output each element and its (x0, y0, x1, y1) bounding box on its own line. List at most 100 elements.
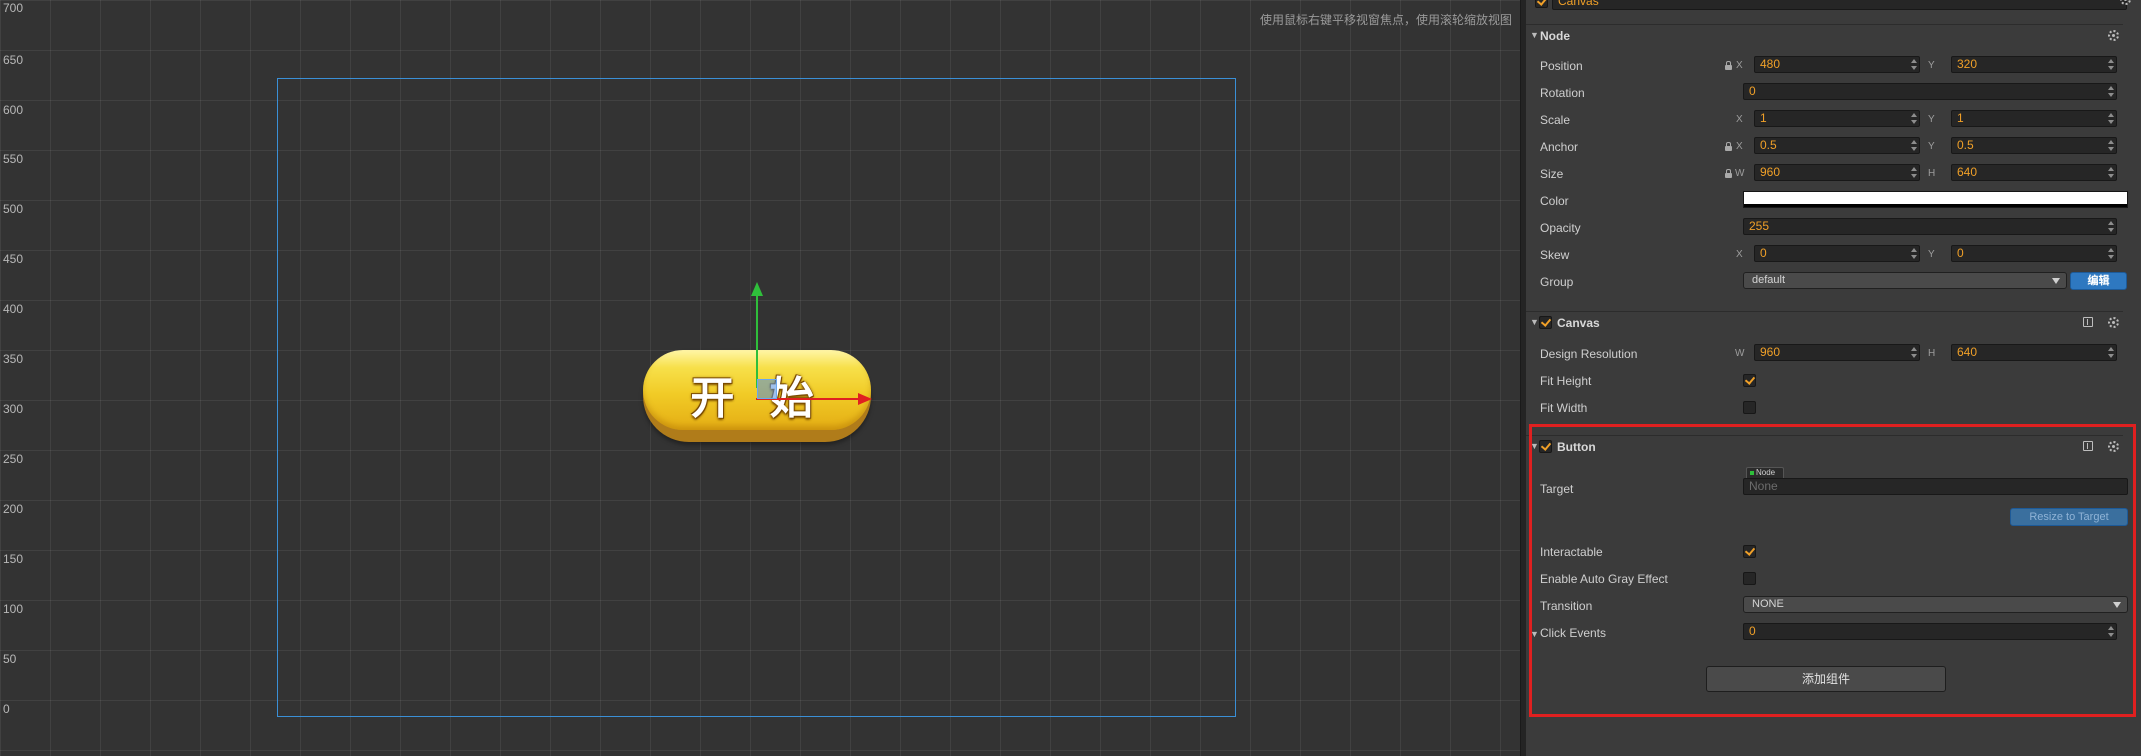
scale-label: Scale (1540, 113, 1571, 127)
position-lock-icon[interactable] (1725, 61, 1732, 70)
interactable-checkbox[interactable] (1743, 545, 1756, 558)
button-section-header[interactable]: ▼ Button (1526, 435, 2123, 458)
button-settings-gear-icon[interactable] (2108, 441, 2119, 452)
add-component-button[interactable]: 添加组件 (1706, 666, 1946, 692)
anchor-x-axis-label: X (1736, 141, 1743, 152)
group-select[interactable]: default (1743, 272, 2067, 289)
design-w-value: 960 (1760, 345, 1781, 359)
target-type-tag: Node (1746, 467, 1784, 478)
fit-width-checkbox[interactable] (1743, 401, 1756, 414)
scale-x-field[interactable]: 1 (1754, 110, 1920, 127)
skew-x-field[interactable]: 0 (1754, 245, 1920, 262)
spinner-icon[interactable] (2108, 625, 2114, 638)
anchor-y-axis-label: Y (1928, 141, 1935, 152)
color-picker-swatch[interactable] (1743, 191, 2128, 208)
position-x-field[interactable]: 480 (1754, 56, 1920, 73)
size-w-field[interactable]: 960 (1754, 164, 1920, 181)
position-x-value: 480 (1760, 57, 1781, 71)
spinner-icon[interactable] (2108, 139, 2114, 152)
node-active-checkbox[interactable] (1535, 0, 1548, 8)
y-axis-label: 700 (3, 1, 24, 15)
move-gizmo-center-handle[interactable] (757, 379, 777, 399)
spinner-icon[interactable] (1911, 139, 1917, 152)
canvas-section-title: Canvas (1557, 316, 1600, 330)
button-enabled-checkbox[interactable] (1539, 440, 1552, 453)
position-y-axis-label: Y (1928, 60, 1935, 71)
node-name-field[interactable]: Canvas (1552, 0, 2127, 10)
scale-x-value: 1 (1760, 111, 1767, 125)
anchor-x-field[interactable]: 0.5 (1754, 137, 1920, 154)
size-lock-icon[interactable] (1725, 169, 1732, 178)
skew-x-value: 0 (1760, 246, 1767, 260)
opacity-value: 255 (1749, 219, 1770, 233)
size-h-axis-label: H (1928, 168, 1936, 179)
opacity-field[interactable]: 255 (1743, 218, 2117, 235)
rotation-value: 0 (1749, 84, 1756, 98)
design-resolution-h-field[interactable]: 640 (1951, 344, 2117, 361)
spinner-icon[interactable] (2108, 85, 2114, 98)
position-y-field[interactable]: 320 (1951, 56, 2117, 73)
design-resolution-w-field[interactable]: 960 (1754, 344, 1920, 361)
node-tag-icon (1750, 471, 1754, 475)
scale-x-axis-label: X (1736, 114, 1743, 125)
y-axis-label: 500 (3, 202, 24, 216)
position-x-axis-label: X (1736, 60, 1743, 71)
target-tag-text: Node (1756, 468, 1776, 477)
transition-value: NONE (1752, 598, 1784, 610)
target-node-field[interactable]: None (1743, 478, 2128, 495)
position-y-value: 320 (1957, 57, 1978, 71)
y-axis-label: 50 (3, 652, 17, 666)
inspector-panel: Canvas ▼ Node Position X 480 Y 320 Rotat… (1526, 0, 2141, 756)
skew-label: Skew (1540, 248, 1570, 262)
node-section-header[interactable]: ▼ Node (1526, 24, 2123, 47)
canvas-help-book-icon[interactable] (2083, 317, 2093, 327)
size-label: Size (1540, 167, 1564, 181)
spinner-icon[interactable] (2108, 166, 2114, 179)
canvas-enabled-checkbox[interactable] (1539, 316, 1552, 329)
spinner-icon[interactable] (1911, 58, 1917, 71)
spinner-icon[interactable] (2108, 247, 2114, 260)
y-axis-label: 200 (3, 502, 24, 516)
spinner-icon[interactable] (1911, 346, 1917, 359)
spinner-icon[interactable] (1911, 166, 1917, 179)
scale-y-field[interactable]: 1 (1951, 110, 2117, 127)
fit-height-checkbox[interactable] (1743, 374, 1756, 387)
y-axis-label: 400 (3, 302, 24, 316)
canvas-section-header[interactable]: ▼ Canvas (1526, 311, 2123, 334)
position-label: Position (1540, 59, 1583, 73)
move-gizmo-x-arrow-icon[interactable] (858, 393, 872, 405)
click-events-expand-triangle-icon[interactable]: ▼ (1530, 629, 1539, 639)
move-gizmo-y-axis[interactable] (756, 290, 758, 388)
interactable-label: Interactable (1540, 545, 1603, 559)
anchor-x-value: 0.5 (1760, 138, 1777, 152)
spinner-icon[interactable] (1911, 112, 1917, 125)
anchor-y-field[interactable]: 0.5 (1951, 137, 2117, 154)
group-edit-button[interactable]: 编辑 (2070, 272, 2127, 290)
node-settings-gear-icon[interactable] (2108, 30, 2119, 41)
rotation-field[interactable]: 0 (1743, 83, 2117, 100)
spinner-icon[interactable] (1911, 247, 1917, 260)
y-axis-label: 0 (3, 702, 10, 716)
auto-gray-checkbox[interactable] (1743, 572, 1756, 585)
spinner-icon[interactable] (2108, 58, 2114, 71)
spinner-icon[interactable] (2108, 112, 2114, 125)
anchor-lock-icon[interactable] (1725, 142, 1732, 151)
size-h-field[interactable]: 640 (1951, 164, 2117, 181)
button-section-title: Button (1557, 440, 1596, 454)
skew-y-field[interactable]: 0 (1951, 245, 2117, 262)
transition-select[interactable]: NONE (1743, 596, 2128, 613)
spinner-icon[interactable] (2108, 346, 2114, 359)
skew-y-value: 0 (1957, 246, 1964, 260)
resize-to-target-button[interactable]: Resize to Target (2010, 508, 2128, 526)
scene-view[interactable]: 700 650 600 550 500 450 400 350 300 250 … (0, 0, 1520, 756)
y-axis-label: 450 (3, 252, 24, 266)
y-axis-label: 150 (3, 552, 24, 566)
button-help-book-icon[interactable] (2083, 441, 2093, 451)
click-events-count-field[interactable]: 0 (1743, 623, 2117, 640)
y-axis-label: 600 (3, 103, 24, 117)
move-gizmo-y-arrow-icon[interactable] (751, 282, 763, 296)
canvas-settings-gear-icon[interactable] (2108, 317, 2119, 328)
click-events-value: 0 (1749, 624, 1756, 638)
spinner-icon[interactable] (2108, 220, 2114, 233)
design-w-axis-label: W (1735, 348, 1745, 359)
